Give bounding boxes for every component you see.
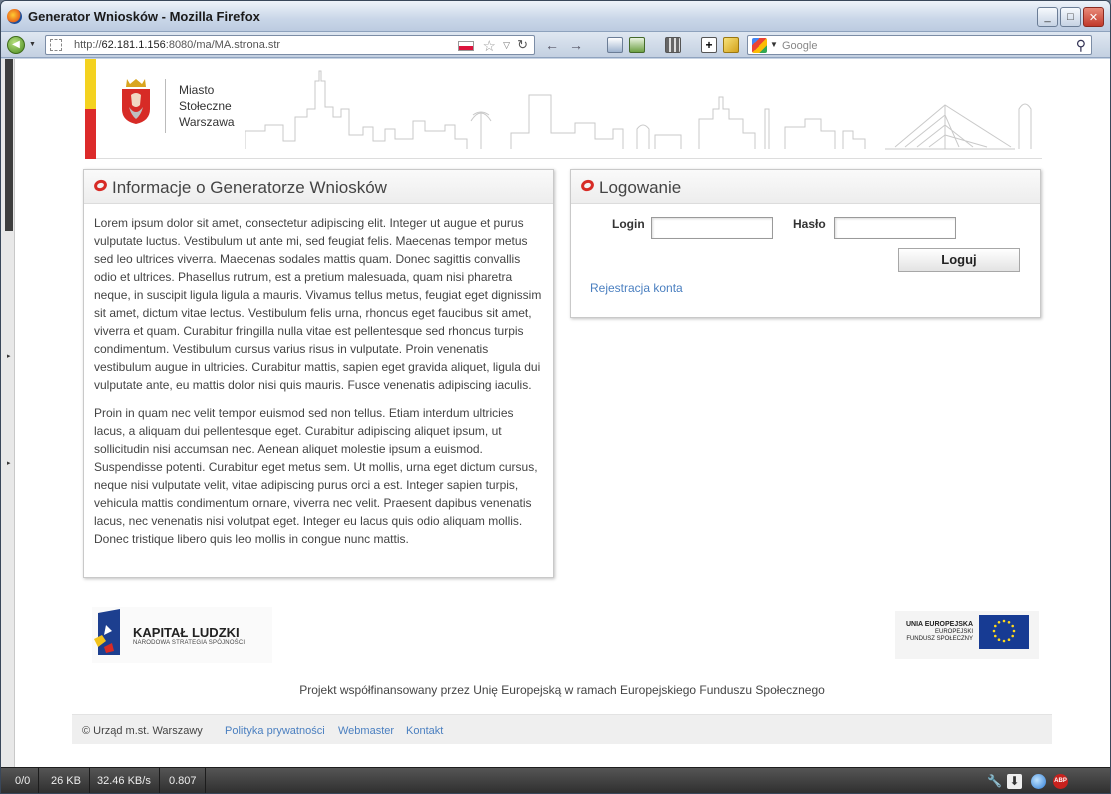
login-label: Login [612,217,645,231]
login-panel-title: Logowanie [599,178,682,197]
maximize-button[interactable]: □ [1060,7,1081,27]
dropdown-icon[interactable]: ▼ [29,41,36,48]
logo-line-1: Miasto [179,83,215,97]
brush-icon[interactable] [723,37,739,53]
title-bar: Generator Wniosków - Mozilla Firefox _ □… [1,1,1110,32]
login-panel: Logowanie Login Hasło Loguj Rejestracja … [570,169,1041,318]
city-skyline-illustration [245,70,1032,150]
adblock-icon[interactable]: ABP [1053,774,1068,789]
google-icon[interactable] [752,38,767,53]
status-speed: 32.46 KB/s [89,768,160,793]
bullet-icon [579,178,596,193]
forward-arrow-icon[interactable]: → [567,36,585,54]
status-size: 26 KB [43,768,90,793]
city-logo-text: Miasto Stołeczne Warszawa [179,82,235,130]
bullet-icon [92,178,109,193]
eu-flag-icon [979,615,1029,649]
browser-window: Generator Wniosków - Mozilla Firefox _ □… [0,0,1111,794]
expand-arrow-icon[interactable]: ▸ [7,352,11,360]
firefox-icon [7,9,22,24]
logo-line-3: Warszawa [179,115,235,129]
info-panel: Informacje o Generatorze Wniosków Lorem … [83,169,554,578]
search-bar[interactable]: ▼ Google ⚲ [747,35,1092,55]
addon-icon[interactable] [629,37,645,53]
site-identity-icon[interactable] [50,39,62,51]
kapital-ludzki-title: KAPITAŁ LUDZKI [133,625,240,640]
eu-line-3: FUNDUSZ SPOŁECZNY [906,636,973,642]
status-bar: 0/0 26 KB 32.46 KB/s 0.807 🔧 ⬇ ABP [1,767,1110,793]
close-button[interactable]: ✕ [1083,7,1104,27]
eu-logo-text: UNIA EUROPEJSKA EUROPEJSKI FUNDUSZ SPOŁE… [901,621,973,643]
info-panel-header: Informacje o Generatorze Wniosków [84,170,553,204]
add-icon[interactable]: + [701,37,717,53]
page-tool-icon[interactable] [607,37,623,53]
back-icon[interactable]: ◀ [7,36,25,54]
address-text[interactable]: http://62.181.1.156:8080/ma/MA.strona.st… [74,39,280,51]
logo-line-2: Stołeczne [179,99,232,113]
cofinance-text: Projekt współfinansowany przez Unię Euro… [299,683,825,697]
flag-stripe-red [85,109,96,159]
eu-logo: UNIA EUROPEJSKA EUROPEJSKI FUNDUSZ SPOŁE… [895,611,1039,659]
page-viewport: ▸ ▸ Miasto Stołeczne Warszawa Informacje… [1,59,1110,767]
search-icon[interactable]: ⚲ [1076,37,1086,54]
header-banner: Miasto Stołeczne Warszawa [85,59,1042,159]
back-arrow-icon[interactable]: ← [543,36,561,54]
footer-link-contact[interactable]: Kontakt [406,725,443,737]
footer-link-privacy[interactable]: Polityka prywatności [225,725,325,737]
poland-flag-icon [458,41,474,51]
login-button[interactable]: Loguj [898,248,1020,272]
sidebar-scroll-thumb[interactable] [5,59,13,231]
status-counter: 0/0 [7,768,40,793]
search-input[interactable]: Google [782,40,817,52]
window-title: Generator Wniosków - Mozilla Firefox [28,9,260,24]
register-link[interactable]: Rejestracja konta [590,281,683,295]
info-paragraph: Proin in quam nec velit tempor euismod s… [94,406,538,546]
login-panel-header: Logowanie [571,170,1040,204]
warsaw-crest-icon [122,79,150,124]
navigation-toolbar: ◀ ▼ http://62.181.1.156:8080/ma/MA.stron… [1,32,1110,58]
page-footer: © Urząd m.st. Warszawy Polityka prywatno… [72,714,1052,744]
logo-divider [165,79,166,133]
minimize-button[interactable]: _ [1037,7,1058,27]
footer-link-webmaster[interactable]: Webmaster [338,725,394,737]
kapital-ludzki-subtitle: NARODOWA STRATEGIA SPÓJNOŚCI [133,640,246,646]
url-prefix: http:// [74,39,102,51]
expand-arrow-icon[interactable]: ▸ [7,459,11,467]
globe-icon[interactable] [1031,774,1046,789]
window-controls: _ □ ✕ [1037,7,1104,27]
grid-tool-icon[interactable] [665,37,681,53]
eu-line-2: EUROPEJSKI [934,629,973,635]
login-input[interactable] [651,217,773,239]
search-engine-dropdown-icon[interactable]: ▼ [770,40,778,49]
info-panel-title: Informacje o Generatorze Wniosków [112,178,387,197]
password-input[interactable] [834,217,956,239]
sidebar-strip[interactable]: ▸ ▸ [1,59,15,767]
download-icon[interactable]: ⬇ [1007,774,1022,789]
reload-icon[interactable]: ↻ [517,37,528,53]
copyright-text: © Urząd m.st. Warszawy [82,725,203,737]
url-path: :8080/ma/MA.strona.str [165,39,281,51]
history-dropdown-icon[interactable]: ▽ [503,40,510,51]
password-label: Hasło [793,217,826,231]
wrench-icon[interactable]: 🔧 [987,774,1002,789]
flag-stripe-yellow [85,59,96,109]
url-host: 62.181.1.156 [101,39,166,51]
address-bar[interactable]: http://62.181.1.156:8080/ma/MA.strona.st… [45,35,535,55]
eu-line-1: UNIA EUROPEJSKA [905,621,973,628]
bookmark-star-icon[interactable]: ☆ [483,37,496,55]
info-panel-body: Lorem ipsum dolor sit amet, consectetur … [84,204,553,548]
info-paragraph: Lorem ipsum dolor sit amet, consectetur … [94,216,542,392]
status-time: 0.807 [161,768,206,793]
